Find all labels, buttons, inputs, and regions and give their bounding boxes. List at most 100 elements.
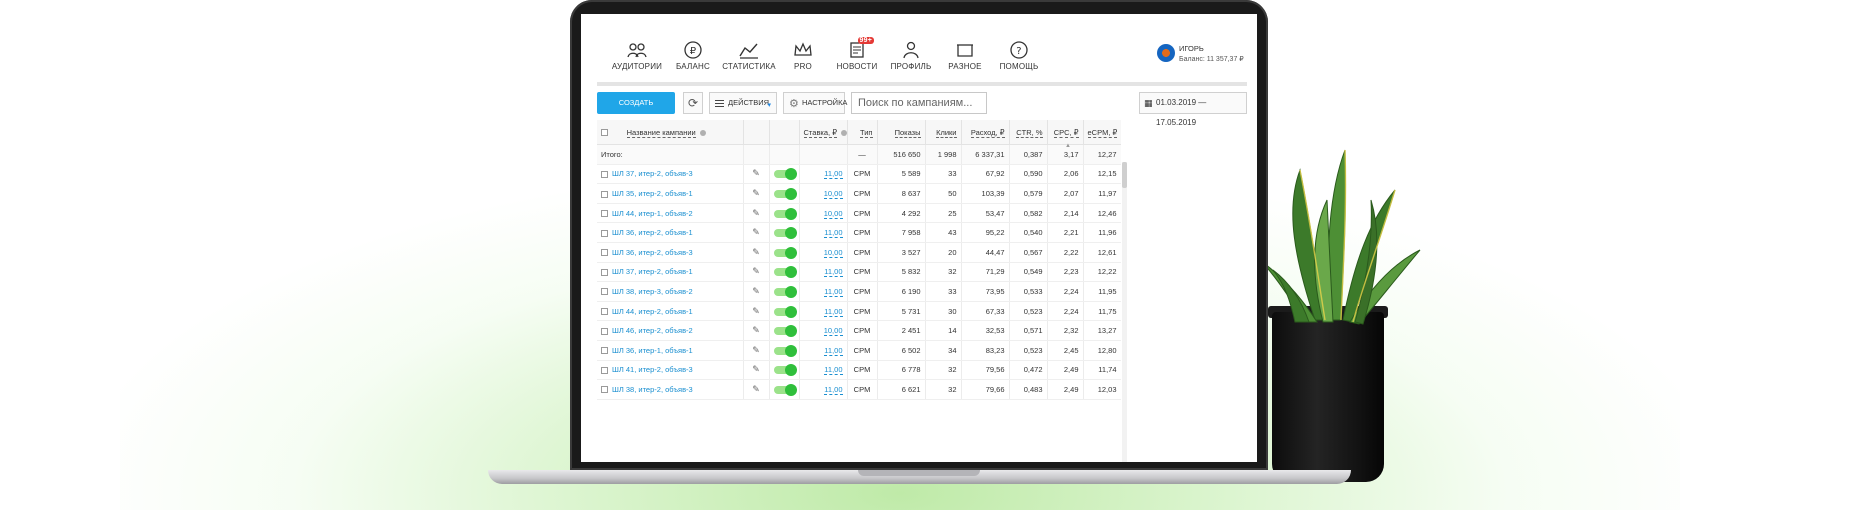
- row-checkbox[interactable]: [601, 308, 608, 316]
- table-row[interactable]: ШЛ 36, итер-1, объяв-1 ✎ 11,00 CPM 6 502 34 83…: [597, 340, 1121, 361]
- table-row[interactable]: ШЛ 41, итер-2, объяв-3 ✎ 11,00 CPM 6 778 32 79…: [597, 360, 1121, 381]
- campaign-toggle[interactable]: [774, 187, 797, 200]
- nav-item-statistics[interactable]: СТАТИСТИКА: [719, 40, 779, 71]
- bid-cell[interactable]: 11,00: [799, 222, 848, 243]
- bid-value[interactable]: 11,00: [824, 286, 843, 297]
- edit-cell[interactable]: ✎: [743, 164, 770, 185]
- nav-item-misc[interactable]: РАЗНОЕ: [935, 40, 995, 71]
- campaign-toggle[interactable]: [774, 285, 797, 298]
- campaign-name-cell[interactable]: ШЛ 36, итер-1, объяв-1: [597, 340, 744, 361]
- bid-cell[interactable]: 11,00: [799, 340, 848, 361]
- bid-cell[interactable]: 11,00: [799, 379, 848, 400]
- edit-cell[interactable]: ✎: [743, 242, 770, 263]
- campaign-name-cell[interactable]: ШЛ 35, итер-2, объяв-1: [597, 183, 744, 204]
- campaign-toggle[interactable]: [774, 168, 797, 181]
- pencil-icon[interactable]: ✎: [752, 345, 760, 355]
- edit-cell[interactable]: ✎: [743, 301, 770, 322]
- campaign-name-link[interactable]: ШЛ 36, итер-1, объяв-1: [612, 346, 693, 355]
- campaign-name-link[interactable]: ШЛ 36, итер-2, объяв-1: [612, 228, 693, 237]
- row-checkbox[interactable]: [601, 268, 608, 276]
- row-checkbox[interactable]: [601, 347, 608, 355]
- row-checkbox[interactable]: [601, 170, 608, 178]
- col-spend-header[interactable]: Расход, ₽: [961, 120, 1010, 145]
- row-checkbox[interactable]: [601, 327, 608, 335]
- campaign-name-link[interactable]: ШЛ 44, итер-2, объяв-1: [612, 307, 693, 316]
- campaign-toggle[interactable]: [774, 364, 797, 377]
- nav-item-balance[interactable]: ₽ БАЛАНС: [663, 40, 723, 71]
- status-cell[interactable]: [769, 360, 800, 381]
- refresh-button[interactable]: ⟳: [683, 92, 703, 114]
- table-row[interactable]: ШЛ 46, итер-2, объяв-2 ✎ 10,00 CPM 2 451 14 32…: [597, 320, 1121, 341]
- select-all-checkbox[interactable]: [601, 129, 608, 137]
- nav-item-profile[interactable]: ПРОФИЛЬ: [881, 40, 941, 71]
- table-row[interactable]: ШЛ 44, итер-1, объяв-2 ✎ 10,00 CPM 4 292 25 53…: [597, 203, 1121, 224]
- row-checkbox[interactable]: [601, 190, 608, 198]
- status-cell[interactable]: [769, 379, 800, 400]
- campaign-name-link[interactable]: ШЛ 37, итер-2, объяв-1: [612, 267, 693, 276]
- pencil-icon[interactable]: ✎: [752, 266, 760, 276]
- bid-value[interactable]: 11,00: [824, 228, 843, 239]
- row-checkbox[interactable]: [601, 288, 608, 296]
- campaign-name-link[interactable]: ШЛ 35, итер-2, объяв-1: [612, 189, 693, 198]
- campaign-name-cell[interactable]: ШЛ 44, итер-2, объяв-1: [597, 301, 744, 322]
- row-checkbox[interactable]: [601, 249, 608, 257]
- campaign-name-cell[interactable]: ШЛ 36, итер-2, объяв-3: [597, 242, 744, 263]
- col-clicks-header[interactable]: Клики: [925, 120, 962, 145]
- table-row[interactable]: ШЛ 44, итер-2, объяв-1 ✎ 11,00 CPM 5 731 30 67…: [597, 301, 1121, 322]
- table-row[interactable]: ШЛ 37, итер-2, объяв-1 ✎ 11,00 CPM 5 832 32 71…: [597, 262, 1121, 283]
- edit-cell[interactable]: ✎: [743, 183, 770, 204]
- status-cell[interactable]: [769, 262, 800, 283]
- bid-cell[interactable]: 10,00: [799, 320, 848, 341]
- bid-value[interactable]: 11,00: [824, 306, 843, 317]
- col-impressions-header[interactable]: Показы: [877, 120, 926, 145]
- edit-cell[interactable]: ✎: [743, 360, 770, 381]
- pencil-icon[interactable]: ✎: [752, 168, 760, 178]
- campaign-name-link[interactable]: ШЛ 44, итер-1, объяв-2: [612, 209, 693, 218]
- pencil-icon[interactable]: ✎: [752, 227, 760, 237]
- campaign-name-cell[interactable]: ШЛ 44, итер-1, объяв-2: [597, 203, 744, 224]
- bid-cell[interactable]: 10,00: [799, 183, 848, 204]
- table-row[interactable]: ШЛ 36, итер-2, объяв-3 ✎ 10,00 CPM 3 527 20 44…: [597, 242, 1121, 263]
- bid-cell[interactable]: 11,00: [799, 281, 848, 302]
- settings-button[interactable]: ⚙ НАСТРОЙКА: [783, 92, 847, 114]
- nav-item-news[interactable]: 99+ НОВОСТИ: [827, 37, 887, 71]
- pencil-icon[interactable]: ✎: [752, 208, 760, 218]
- row-checkbox[interactable]: [601, 366, 608, 374]
- row-checkbox[interactable]: [601, 210, 608, 218]
- edit-cell[interactable]: ✎: [743, 262, 770, 283]
- bid-value[interactable]: 10,00: [823, 188, 843, 199]
- status-cell[interactable]: [769, 164, 800, 185]
- table-row[interactable]: ШЛ 38, итер-2, объяв-3 ✎ 11,00 CPM 6 621 32 79…: [597, 379, 1121, 400]
- bid-value[interactable]: 10,00: [823, 247, 843, 258]
- bid-cell[interactable]: 10,00: [799, 203, 848, 224]
- campaign-name-cell[interactable]: ШЛ 38, итер-3, объяв-2: [597, 281, 744, 302]
- bid-cell[interactable]: 11,00: [799, 301, 848, 322]
- bid-value[interactable]: 11,00: [824, 169, 843, 180]
- col-cpc-header[interactable]: CPC, ₽ ▲: [1047, 120, 1084, 149]
- bid-value[interactable]: 11,00: [824, 384, 843, 395]
- edit-cell[interactable]: ✎: [743, 379, 770, 400]
- bid-cell[interactable]: 11,00: [799, 164, 848, 185]
- pencil-icon[interactable]: ✎: [752, 188, 760, 198]
- pencil-icon[interactable]: ✎: [752, 286, 760, 296]
- status-cell[interactable]: [769, 320, 800, 341]
- col-ctr-header[interactable]: CTR, %: [1009, 120, 1048, 145]
- campaign-name-cell[interactable]: ШЛ 41, итер-2, объяв-3: [597, 360, 744, 381]
- pencil-icon[interactable]: ✎: [752, 325, 760, 335]
- status-cell[interactable]: [769, 340, 800, 361]
- actions-button[interactable]: ДЕЙСТВИЯ ▾: [709, 92, 777, 114]
- table-row[interactable]: ШЛ 36, итер-2, объяв-1 ✎ 11,00 CPM 7 958 43 95…: [597, 222, 1121, 243]
- campaign-toggle[interactable]: [774, 266, 797, 279]
- table-row[interactable]: ШЛ 38, итер-3, объяв-2 ✎ 11,00 CPM 6 190 33 73…: [597, 281, 1121, 302]
- campaign-toggle[interactable]: [774, 383, 797, 396]
- campaign-name-link[interactable]: ШЛ 38, итер-2, объяв-3: [612, 385, 693, 394]
- col-bid-header[interactable]: Ставка, ₽: [799, 120, 848, 145]
- edit-cell[interactable]: ✎: [743, 281, 770, 302]
- campaign-name-link[interactable]: ШЛ 38, итер-3, объяв-2: [612, 287, 693, 296]
- table-scrollbar[interactable]: [1122, 162, 1127, 462]
- edit-cell[interactable]: ✎: [743, 222, 770, 243]
- col-ecpm-header[interactable]: eCPM, ₽: [1083, 120, 1121, 145]
- bid-value[interactable]: 10,00: [823, 208, 843, 219]
- row-checkbox[interactable]: [601, 229, 608, 237]
- campaign-name-cell[interactable]: ШЛ 36, итер-2, объяв-1: [597, 222, 744, 243]
